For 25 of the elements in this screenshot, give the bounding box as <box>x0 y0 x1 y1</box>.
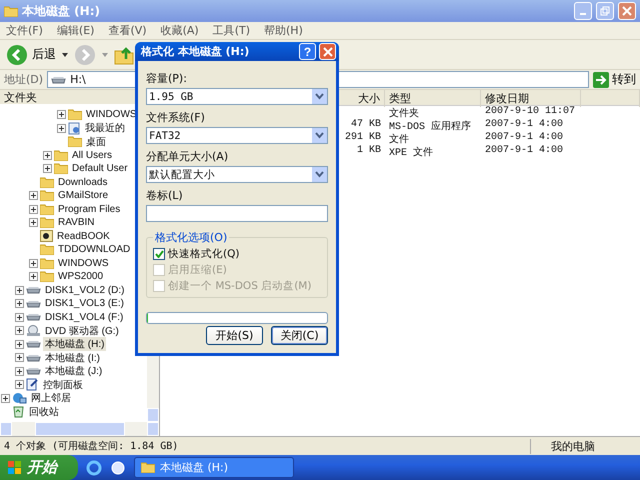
size-cell-text: 291 KB <box>344 132 382 145</box>
status-text: 4 个对象 (可用磁盘空间: 1.84 GB) <box>3 440 180 453</box>
field-label: 分配单元大小(A) <box>146 149 230 164</box>
date-cell-text: 2007-9-1 4:00 <box>484 119 564 132</box>
dialog-title: 格式化 本地磁盘 (H:) <box>141 44 250 59</box>
type-cell-text: 文件夹 <box>388 106 420 120</box>
size-cell-text: 47 KB <box>350 119 382 132</box>
size-cell-text: 1 KB <box>356 145 382 158</box>
type-cell-text: XPE 文件 <box>388 146 434 159</box>
address-value: H:\ <box>70 73 86 86</box>
status-zone: 我的电脑 <box>530 438 640 454</box>
date-cell-text: 2007-9-1 4:00 <box>484 145 564 158</box>
field-label: 容量(P): <box>146 71 188 86</box>
checkbox-label: 快速格式化(Q) <box>168 247 240 261</box>
group-title: 格式化选项(O) <box>154 230 228 245</box>
type-cell-text: MS-DOS 应用程序 <box>388 120 472 133</box>
type-cell-text: 文件 <box>388 132 410 146</box>
date-cell-text: 2007-9-1 4:00 <box>484 132 564 145</box>
address-label: 地址(D) <box>4 72 44 87</box>
checkbox-label: 创建一个 MS-DOS 启动盘(M) <box>168 279 312 293</box>
checkbox-label: 启用压缩(E) <box>168 263 227 277</box>
date-cell-text: 2007-9-10 11:07 <box>484 106 576 119</box>
window-title: 本地磁盘 (H:) <box>22 2 101 20</box>
field-label: 卷标(L) <box>146 188 184 203</box>
field-label: 文件系统(F) <box>146 110 206 125</box>
